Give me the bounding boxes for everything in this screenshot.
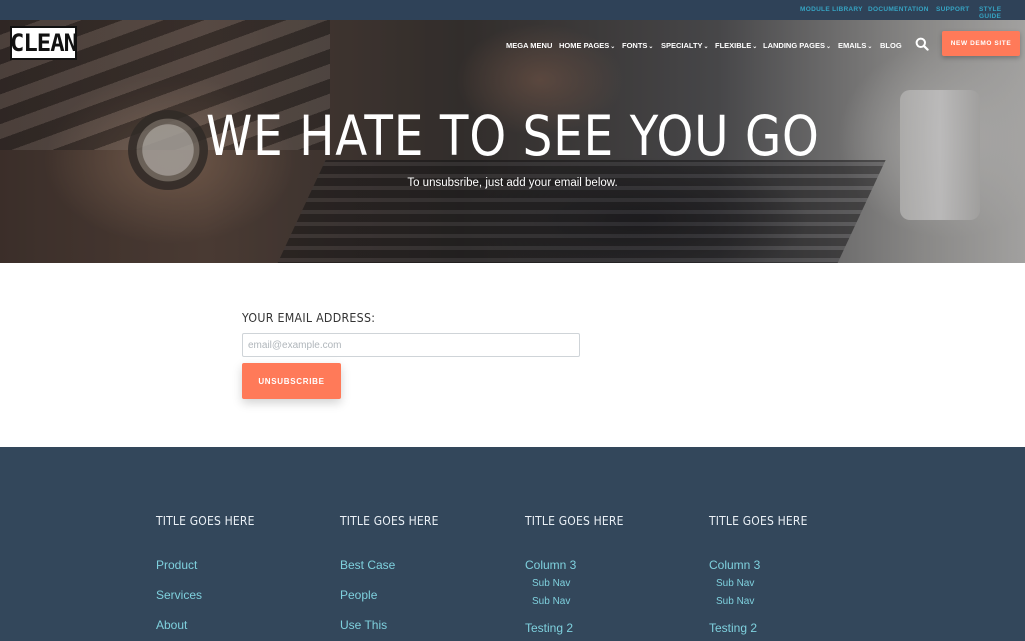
footer-link-column-3[interactable]: Column 3 xyxy=(525,558,576,572)
footer-sublink[interactable]: Sub Nav xyxy=(532,578,570,589)
email-label: YOUR EMAIL ADDRESS: xyxy=(242,311,376,325)
footer-link-people[interactable]: People xyxy=(340,588,377,602)
nav-item-emails[interactable]: EMAILS⌄ xyxy=(838,41,872,50)
site-footer xyxy=(0,447,1025,641)
footer-link-use-this[interactable]: Use This xyxy=(340,618,387,632)
chevron-down-icon: ⌄ xyxy=(648,44,654,50)
nav-label: EMAILS xyxy=(838,41,867,50)
chevron-down-icon: ⌄ xyxy=(610,44,616,50)
footer-column-title: TITLE GOES HERE xyxy=(525,514,624,528)
utility-link-documentation[interactable]: DOCUMENTATION xyxy=(868,6,929,13)
footer-sublink[interactable]: Sub Nav xyxy=(716,596,754,607)
site-logo[interactable]: CLEAN xyxy=(9,26,78,60)
nav-label: MEGA MENU xyxy=(506,41,553,50)
footer-link-about[interactable]: About xyxy=(156,618,187,632)
nav-label: SPECIALTY xyxy=(661,41,703,50)
nav-item-home-pages[interactable]: HOME PAGES⌄ xyxy=(559,41,615,50)
utility-link-support[interactable]: SUPPORT xyxy=(936,6,970,13)
footer-link-testing-2[interactable]: Testing 2 xyxy=(709,621,757,635)
hero-subtitle: To unsubsribe, just add your email below… xyxy=(407,177,618,189)
nav-label: BLOG xyxy=(880,41,902,50)
nav-item-flexible[interactable]: FLEXIBLE⌄ xyxy=(715,41,757,50)
nav-label: LANDING PAGES xyxy=(763,41,825,50)
footer-column-title: TITLE GOES HERE xyxy=(156,514,255,528)
nav-item-fonts[interactable]: FONTS⌄ xyxy=(622,41,653,50)
logo-text: CLEAN xyxy=(9,29,78,57)
chevron-down-icon: ⌄ xyxy=(867,44,873,50)
footer-sublink[interactable]: Sub Nav xyxy=(716,578,754,589)
footer-link-testing-2[interactable]: Testing 2 xyxy=(525,621,573,635)
nav-item-specialty[interactable]: SPECIALTY⌄ xyxy=(661,41,709,50)
footer-sublink[interactable]: Sub Nav xyxy=(532,596,570,607)
chevron-down-icon: ⌄ xyxy=(752,44,758,50)
footer-column-title: TITLE GOES HERE xyxy=(709,514,808,528)
footer-link-product[interactable]: Product xyxy=(156,558,197,572)
nav-label: HOME PAGES xyxy=(559,41,610,50)
nav-item-blog[interactable]: BLOG xyxy=(880,41,902,50)
hero-title: WE HATE TO SEE YOU GO xyxy=(206,104,820,168)
footer-column-title: TITLE GOES HERE xyxy=(340,514,439,528)
utility-link-module-library[interactable]: MODULE LIBRARY xyxy=(800,6,863,13)
footer-link-column-3[interactable]: Column 3 xyxy=(709,558,760,572)
nav-label: FLEXIBLE xyxy=(715,41,752,50)
chevron-down-icon: ⌄ xyxy=(825,44,831,50)
new-demo-site-button[interactable]: NEW DEMO SITE xyxy=(942,31,1020,56)
nav-item-landing-pages[interactable]: LANDING PAGES⌄ xyxy=(763,41,831,50)
email-field[interactable] xyxy=(242,333,580,357)
nav-item-mega-menu[interactable]: MEGA MENU xyxy=(506,41,552,50)
utility-link-style-guide[interactable]: STYLE GUIDE xyxy=(979,6,1025,20)
footer-link-services[interactable]: Services xyxy=(156,588,202,602)
utility-bar: MODULE LIBRARY DOCUMENTATION SUPPORT STY… xyxy=(0,0,1025,20)
nav-label: FONTS xyxy=(622,41,648,50)
unsubscribe-button[interactable]: UNSUBSCRIBE xyxy=(242,363,341,399)
chevron-down-icon: ⌄ xyxy=(703,44,709,50)
footer-link-best-case[interactable]: Best Case xyxy=(340,558,395,572)
search-icon[interactable] xyxy=(915,37,929,51)
